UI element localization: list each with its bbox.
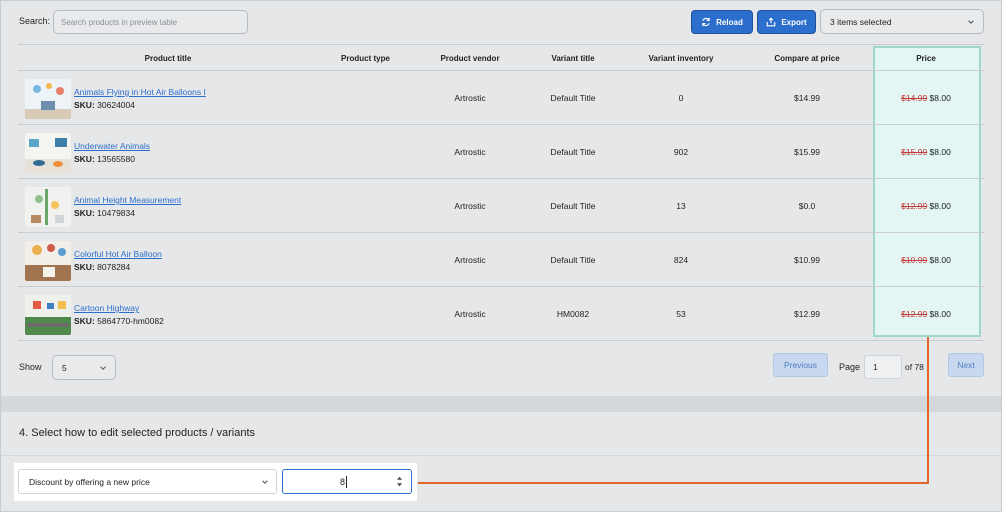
cell-price: $12.99 $8.00 [878, 309, 974, 319]
product-thumbnail [25, 133, 71, 173]
cell-variant-title: Default Title [550, 201, 596, 211]
new-price-input[interactable]: 8 [282, 469, 412, 494]
reload-label: Reload [716, 17, 743, 27]
product-title-link[interactable]: Cartoon Highway [74, 303, 139, 313]
cell-inventory: 824 [673, 255, 689, 265]
cell-vendor: Artrostic [454, 93, 486, 103]
cell-vendor: Artrostic [454, 255, 486, 265]
chevron-down-icon [968, 20, 974, 24]
new-price: $8.00 [929, 93, 951, 103]
cell-variant-title: HM0082 [556, 309, 590, 319]
text-caret [346, 476, 347, 488]
search-label: Search: [19, 16, 51, 26]
cell-compare-price: $12.99 [794, 309, 820, 319]
product-title-link[interactable]: Animal Height Measurement [74, 195, 181, 205]
old-price: $14.99 [901, 93, 928, 103]
header-product-type: Product type [341, 54, 390, 63]
edit-method-select[interactable]: Discount by offering a new price [18, 469, 277, 494]
product-thumbnail [25, 295, 71, 335]
old-price: $10.99 [901, 255, 928, 265]
old-price: $12.99 [901, 309, 928, 319]
chevron-down-icon [262, 480, 268, 484]
page-number-input[interactable] [864, 355, 902, 379]
new-price: $8.00 [929, 201, 951, 211]
cell-inventory: 53 [676, 309, 686, 319]
table-row: Colorful Hot Air Balloon SKU: 8078284 Ar… [18, 233, 984, 287]
export-label: Export [781, 17, 807, 27]
table-row: Animal Height Measurement SKU: 10479834 … [18, 179, 984, 233]
product-sku: SKU: 10479834 [74, 208, 135, 218]
cell-compare-price: $0.0 [798, 201, 816, 211]
cell-price: $15.99 $8.00 [878, 147, 974, 157]
page-size-value: 5 [62, 362, 67, 373]
header-compare-at-price: Compare at price [774, 54, 840, 63]
header-product-title: Product title [144, 54, 192, 63]
header-variant-title: Variant title [551, 54, 595, 63]
refresh-icon [702, 17, 710, 27]
cell-compare-price: $15.99 [794, 147, 820, 157]
page-label: Page [839, 362, 861, 372]
product-thumbnail [25, 241, 71, 281]
search-input[interactable] [53, 10, 248, 34]
header-variant-inventory: Variant inventory [648, 54, 714, 63]
cell-price: $14.99 $8.00 [878, 93, 974, 103]
cell-compare-price: $14.99 [794, 93, 820, 103]
table-row: Underwater Animals SKU: 13565580 Artrost… [18, 125, 984, 179]
stepper-icon[interactable] [396, 475, 403, 488]
export-icon [767, 17, 776, 27]
edit-section-title: 4. Select how to edit selected products … [19, 427, 256, 439]
old-price: $15.99 [901, 147, 928, 157]
product-thumbnail [25, 79, 71, 119]
selected-items-dropdown[interactable]: 3 items selected [820, 9, 984, 34]
cell-variant-title: Default Title [550, 147, 596, 157]
product-title-link[interactable]: Underwater Animals [74, 141, 150, 151]
page-total-label: of 78 [905, 362, 924, 372]
cell-vendor: Artrostic [454, 309, 486, 319]
cell-inventory: 902 [673, 147, 689, 157]
product-sku: SKU: 8078284 [74, 262, 131, 272]
cell-compare-price: $10.99 [794, 255, 820, 265]
page-size-select[interactable]: 5 [52, 355, 116, 380]
next-button[interactable]: Next [948, 353, 984, 377]
product-sku: SKU: 13565580 [74, 154, 135, 164]
new-price: $8.00 [929, 309, 951, 319]
cell-vendor: Artrostic [454, 147, 486, 157]
header-product-vendor: Product vendor [440, 54, 500, 63]
reload-button[interactable]: Reload [691, 10, 753, 34]
product-sku: SKU: 30624004 [74, 100, 135, 110]
selected-items-label: 3 items selected [830, 16, 892, 27]
new-price-value: 8 [340, 477, 346, 487]
table-row: Animals Flying in Hot Air Balloons I SKU… [18, 71, 984, 125]
cell-price: $10.99 $8.00 [878, 255, 974, 265]
chevron-down-icon [100, 366, 106, 370]
previous-button[interactable]: Previous [773, 353, 828, 377]
export-button[interactable]: Export [757, 10, 816, 34]
cell-inventory: 13 [676, 201, 686, 211]
new-price: $8.00 [929, 255, 951, 265]
product-title-link[interactable]: Animals Flying in Hot Air Balloons I [74, 87, 206, 97]
cell-variant-title: Default Title [550, 255, 596, 265]
show-label: Show [19, 362, 42, 372]
cell-vendor: Artrostic [454, 201, 486, 211]
table-row: Cartoon Highway SKU: 5864770-hm0082 Artr… [18, 287, 984, 341]
section-rule [1, 455, 1001, 456]
product-thumbnail [25, 187, 71, 227]
product-title-link[interactable]: Colorful Hot Air Balloon [74, 249, 162, 259]
header-price: Price [916, 54, 936, 63]
table-header: Product title Product type Product vendo… [18, 44, 984, 71]
edit-method-value: Discount by offering a new price [29, 476, 150, 487]
product-sku: SKU: 5864770-hm0082 [74, 316, 164, 326]
new-price: $8.00 [929, 147, 951, 157]
section-divider [1, 396, 1001, 412]
old-price: $12.99 [901, 201, 928, 211]
cell-inventory: 0 [678, 93, 684, 103]
cell-price: $12.99 $8.00 [878, 201, 974, 211]
cell-variant-title: Default Title [550, 93, 596, 103]
